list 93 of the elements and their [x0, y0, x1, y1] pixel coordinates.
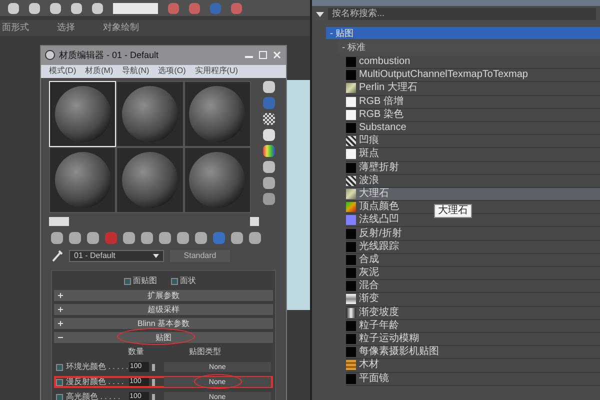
menu-item[interactable]: 选项(O): [158, 67, 186, 76]
rollout-header[interactable]: Blinn 基本参数: [54, 318, 273, 329]
map-swatch-icon: [346, 334, 356, 344]
ribbon-label[interactable]: 选择: [57, 21, 75, 35]
maximize-icon[interactable]: [258, 50, 268, 60]
material-name-field[interactable]: 01 - Default: [69, 250, 164, 262]
checkbox[interactable]: [56, 364, 63, 370]
eyedropper-icon[interactable]: [51, 250, 63, 262]
map-swatch-icon: [346, 176, 356, 186]
map-swatch-icon: [346, 57, 356, 68]
checkbox[interactable]: [124, 278, 131, 284]
map-swatch-icon: [346, 149, 356, 160]
map-list-item[interactable]: 大理石: [346, 188, 600, 202]
map-list-item[interactable]: 薄壁折射: [346, 162, 600, 175]
checkbox[interactable]: [171, 278, 178, 284]
map-list-item[interactable]: 粒子运动模糊: [346, 332, 600, 346]
map-list-item[interactable]: 混合: [346, 280, 600, 294]
map-list-item[interactable]: RGB 倍增: [346, 96, 600, 109]
app-icon: [45, 50, 55, 60]
menu-item[interactable]: 材质(M): [85, 67, 114, 76]
map-label: 漫反射颜色 . . . .: [66, 376, 125, 388]
checkbox[interactable]: [56, 378, 63, 386]
rollout-header[interactable]: 超级采样: [54, 304, 273, 315]
map-swatch-icon: [346, 268, 356, 278]
group-header[interactable]: - 贴图: [326, 27, 600, 39]
map-list-item[interactable]: 渐变: [346, 293, 600, 307]
menu-item[interactable]: 实用程序(U): [194, 67, 238, 76]
column-header: 数量: [128, 346, 144, 358]
search-field[interactable]: 按名称搜索...: [328, 8, 596, 20]
map-list-item[interactable]: 灰泥: [346, 267, 600, 280]
material-type-button[interactable]: Standard: [170, 250, 230, 262]
map-swatch-icon: [346, 83, 356, 94]
map-swatch-icon: [346, 360, 356, 370]
plus-icon: [58, 307, 63, 312]
map-swatch-icon: [346, 281, 356, 292]
column-header: 贴图类型: [189, 346, 221, 358]
map-swatch-icon: [346, 308, 356, 318]
map-swatch-icon: [346, 228, 356, 239]
map-list-item[interactable]: 凹痕: [346, 135, 600, 148]
map-swatch-icon: [346, 294, 356, 304]
view-dropdown[interactable]: [113, 2, 158, 14]
minus-icon: [58, 335, 63, 340]
map-swatch-icon: [346, 123, 356, 134]
checkbox-label: 面状: [180, 275, 196, 287]
map-list-item[interactable]: 合成: [346, 254, 600, 267]
map-swatch-icon: [346, 110, 356, 120]
map-swatch-icon: [346, 254, 356, 265]
map-label: 高光颜色 . . . . .: [66, 391, 122, 400]
ribbon-label[interactable]: 面形式: [2, 21, 29, 35]
tooltip: 大理石: [434, 204, 472, 218]
map-swatch-icon: [346, 202, 356, 212]
map-list-item[interactable]: Substance: [346, 122, 600, 136]
checkbox-label: 面贴图: [133, 275, 157, 287]
close-icon[interactable]: [272, 50, 282, 60]
spinner-icon[interactable]: [152, 394, 155, 400]
ribbon-label[interactable]: 对象绘制: [103, 21, 139, 35]
map-swatch-icon: [346, 188, 356, 199]
map-list-item[interactable]: RGB 染色: [346, 108, 600, 122]
checker-icon[interactable]: [263, 113, 275, 125]
map-list-item[interactable]: 反射/折射: [346, 227, 600, 241]
color-bars-icon[interactable]: [263, 145, 275, 157]
map-swatch-icon: [346, 136, 356, 146]
map-list-item[interactable]: 法线凸凹: [346, 214, 600, 228]
map-swatch-icon: [346, 242, 356, 252]
map-list-item[interactable]: 木材: [346, 359, 600, 372]
menu-item[interactable]: 模式(D): [49, 67, 76, 76]
menu-item[interactable]: 导航(N): [122, 67, 150, 76]
window-title: 材质编辑器 - 01 - Default: [59, 48, 160, 62]
spinner-icon[interactable]: [152, 378, 155, 386]
plus-icon: [58, 293, 63, 298]
map-swatch-icon: [346, 215, 356, 226]
map-swatch-icon: [346, 320, 356, 331]
map-list-item[interactable]: 粒子年龄: [346, 320, 600, 333]
rollout-header[interactable]: 扩展参数: [54, 290, 273, 301]
map-swatch-icon: [346, 70, 356, 80]
map-label: 环境光颜色 . . . . .: [66, 361, 126, 373]
checkbox[interactable]: [56, 394, 63, 400]
map-list-item[interactable]: 平面镜: [346, 372, 600, 386]
map-list-item[interactable]: 光线跟踪: [346, 240, 600, 254]
map-list-item[interactable]: combustion: [346, 56, 600, 70]
map-list-item[interactable]: 斑点: [346, 148, 600, 162]
map-list-item[interactable]: MultiOutputChannelTexmapToTexmap: [346, 69, 600, 82]
map-swatch-icon: [346, 96, 356, 107]
map-list-item[interactable]: Perlin 大理石: [346, 82, 600, 96]
map-swatch-icon: [346, 162, 356, 173]
map-swatch-icon: [346, 374, 356, 384]
dropdown-arrow-icon: [153, 254, 159, 258]
map-swatch-icon: [346, 347, 356, 358]
spinner-icon[interactable]: [152, 364, 155, 370]
map-list-item[interactable]: 渐变坡度: [346, 306, 600, 320]
plus-icon: [58, 321, 63, 326]
map-list-item[interactable]: 每像素摄影机贴图: [346, 346, 600, 360]
map-list-item[interactable]: 波浪: [346, 174, 600, 188]
